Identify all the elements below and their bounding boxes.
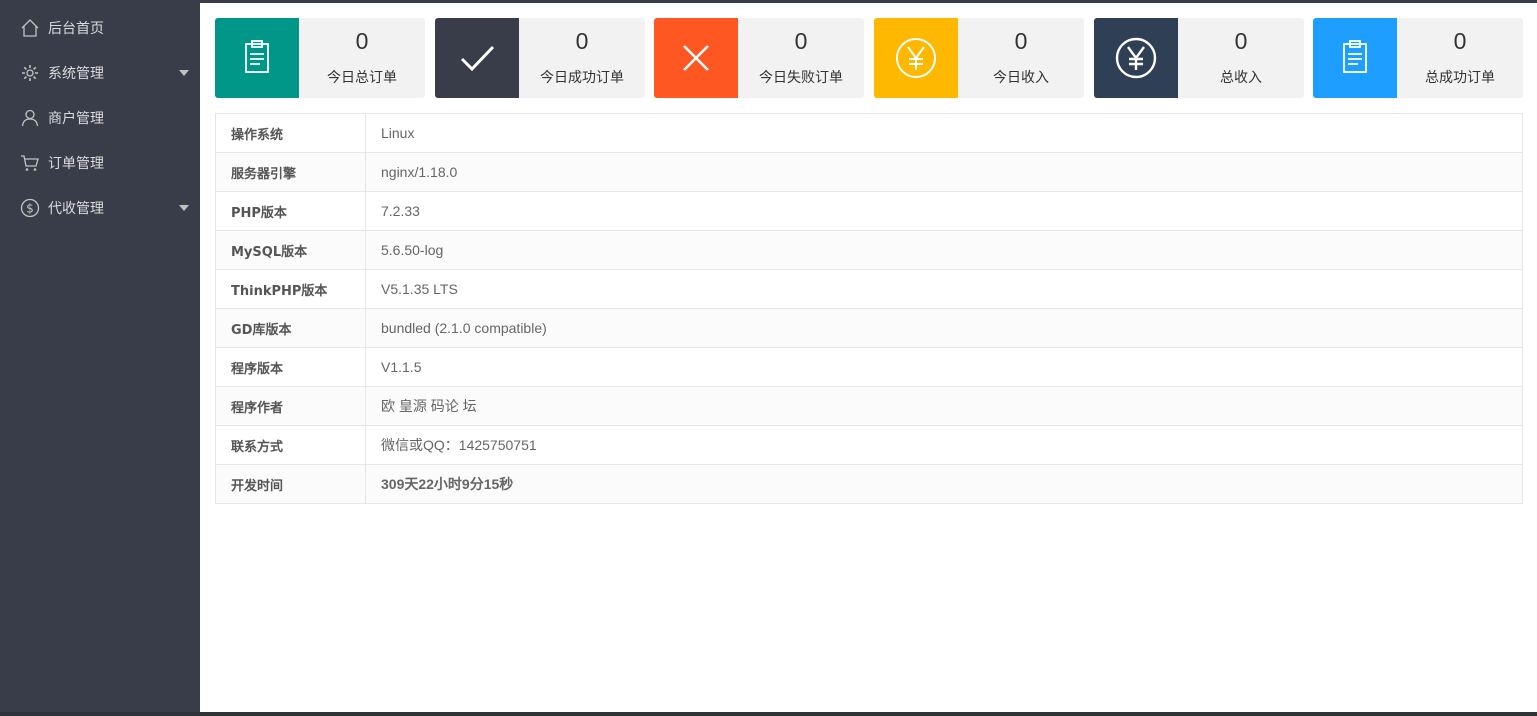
check-icon [435, 18, 519, 98]
table-row: ThinkPHP版本 V5.1.35 LTS [215, 269, 1523, 309]
info-value: bundled (2.1.0 compatible) [365, 308, 1523, 348]
stat-label: 今日成功订单 [540, 70, 624, 86]
info-value: 微信或QQ：1425750751 [365, 425, 1523, 465]
cart-icon [20, 153, 40, 173]
stat-card-today-total-orders: 0 今日总订单 [215, 18, 425, 98]
table-row: MySQL版本 5.6.50-log [215, 230, 1523, 270]
bottom-bar [0, 712, 1537, 716]
info-key: PHP版本 [215, 191, 366, 231]
gear-icon [20, 63, 40, 83]
table-row: 联系方式 微信或QQ：1425750751 [215, 425, 1523, 465]
sidebar-item-label: 系统管理 [48, 65, 104, 82]
stat-card-today-income: 0 今日收入 [874, 18, 1084, 98]
info-value: 5.6.50-log [365, 230, 1523, 270]
info-value: Linux [365, 113, 1523, 153]
info-key: ThinkPHP版本 [215, 269, 366, 309]
dollar-icon: $ [20, 198, 40, 218]
stat-value: 0 [575, 28, 589, 54]
table-row: 程序版本 V1.1.5 [215, 347, 1523, 387]
stat-label: 总收入 [1220, 70, 1262, 86]
sidebar-item-home[interactable]: 后台首页 [0, 5, 200, 50]
info-value: nginx/1.18.0 [365, 152, 1523, 192]
home-icon [20, 18, 40, 38]
info-key: 操作系统 [215, 113, 366, 153]
info-value: V1.1.5 [365, 347, 1523, 387]
info-value: 7.2.33 [365, 191, 1523, 231]
table-row: 操作系统 Linux [215, 113, 1523, 153]
stat-card-today-success-orders: 0 今日成功订单 [435, 18, 645, 98]
sidebar-item-orders[interactable]: 订单管理 [0, 140, 200, 185]
system-info-table: 操作系统 Linux 服务器引擎 nginx/1.18.0 PHP版本 7.2.… [215, 113, 1523, 504]
info-key: 程序版本 [215, 347, 366, 387]
clipboard-icon [215, 18, 299, 98]
yen-icon [874, 18, 958, 98]
chevron-down-icon [179, 70, 189, 76]
sidebar-item-collection[interactable]: $ 代收管理 [0, 185, 200, 230]
table-row: PHP版本 7.2.33 [215, 191, 1523, 231]
clipboard-icon [1313, 18, 1397, 98]
stat-label: 今日失败订单 [759, 70, 843, 86]
stat-card-total-income: 0 总收入 [1094, 18, 1304, 98]
stat-value: 0 [1234, 28, 1248, 54]
sidebar-item-merchant[interactable]: 商户管理 [0, 95, 200, 140]
info-key: 开发时间 [215, 464, 366, 504]
close-icon [654, 18, 738, 98]
sidebar-item-label: 代收管理 [48, 200, 104, 217]
sidebar: 后台首页 系统管理 商户管理 订单管理 $ 代收管理 [0, 0, 200, 712]
table-row: 开发时间 309天22小时9分15秒 [215, 464, 1523, 504]
user-icon [20, 108, 40, 128]
stat-card-today-failed-orders: 0 今日失败订单 [654, 18, 864, 98]
stat-value: 0 [1453, 28, 1467, 54]
info-value: 欧 皇源 码论 坛 [365, 386, 1523, 426]
svg-text:$: $ [26, 201, 34, 215]
sidebar-item-label: 后台首页 [48, 20, 104, 37]
sidebar-item-label: 商户管理 [48, 110, 104, 127]
stat-label: 总成功订单 [1425, 70, 1495, 86]
uptime-value: 309天22小时9分15秒 [365, 464, 1523, 504]
table-row: GD库版本 bundled (2.1.0 compatible) [215, 308, 1523, 348]
stat-card-total-success-orders: 0 总成功订单 [1313, 18, 1523, 98]
sidebar-item-system[interactable]: 系统管理 [0, 50, 200, 95]
info-key: 联系方式 [215, 425, 366, 465]
info-key: 程序作者 [215, 386, 366, 426]
info-value: V5.1.35 LTS [365, 269, 1523, 309]
table-row: 程序作者 欧 皇源 码论 坛 [215, 386, 1523, 426]
stat-label: 今日总订单 [327, 70, 397, 86]
sidebar-item-label: 订单管理 [48, 155, 104, 172]
stat-value: 0 [1014, 28, 1028, 54]
stat-value: 0 [355, 28, 369, 54]
stat-label: 今日收入 [993, 70, 1049, 86]
info-key: MySQL版本 [215, 230, 366, 270]
yen-circle-icon [1094, 18, 1178, 98]
info-key: GD库版本 [215, 308, 366, 348]
chevron-down-icon [179, 205, 189, 211]
table-row: 服务器引擎 nginx/1.18.0 [215, 152, 1523, 192]
info-key: 服务器引擎 [215, 152, 366, 192]
stat-value: 0 [794, 28, 808, 54]
main-content: 0 今日总订单 0 今日成功订单 0 今日失败订单 0 今日收入 0 总收入 0 [200, 3, 1537, 712]
